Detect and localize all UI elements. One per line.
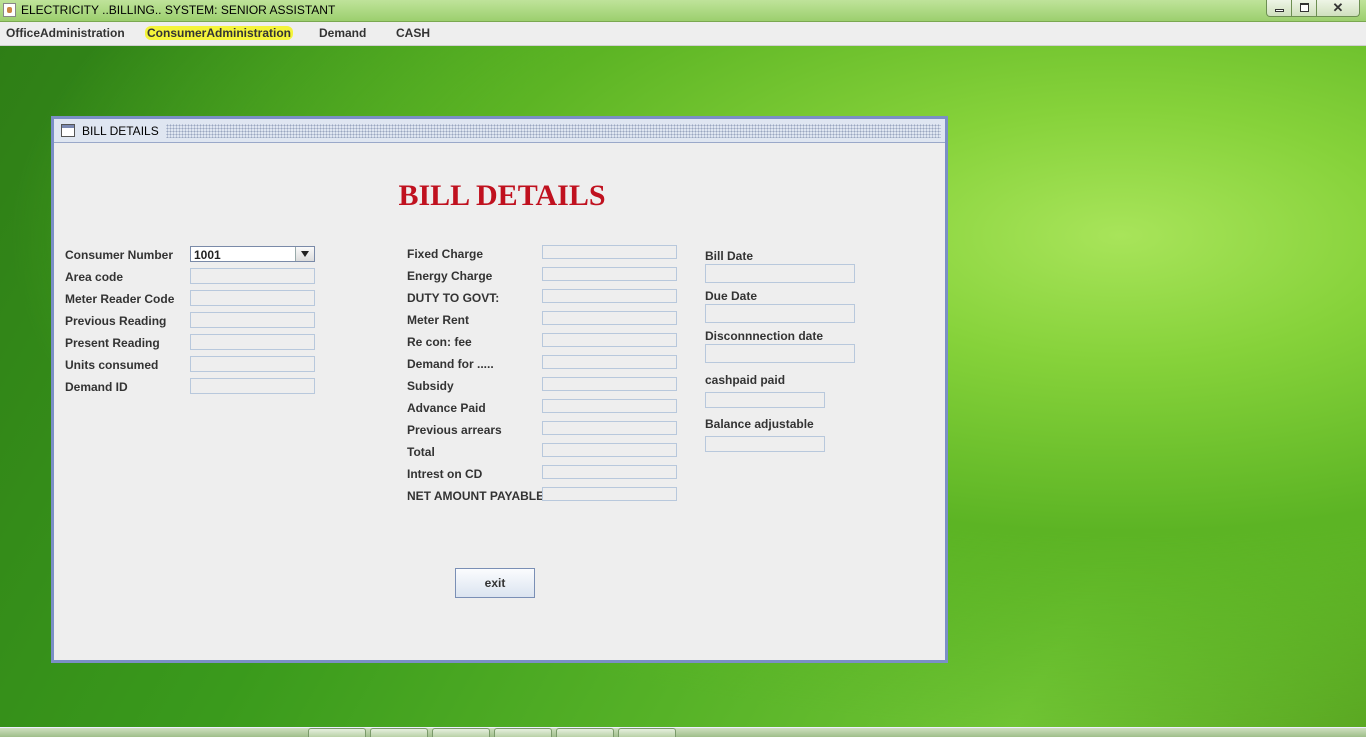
exit-button[interactable]: exit [455,568,535,598]
units-consumed-label: Units consumed [65,358,159,372]
disconnection-date-field[interactable] [705,344,855,363]
interest-on-cd-field[interactable] [542,465,677,479]
bill-date-field[interactable] [705,264,855,283]
consumer-number-label: Consumer Number [65,248,174,262]
cashpaid-label: cashpaid paid [705,373,786,387]
net-amount-payable-label: NET AMOUNT PAYABLE [407,489,545,503]
advance-paid-field[interactable] [542,399,677,413]
subsidy-field[interactable] [542,377,677,391]
fixed-charge-field[interactable] [542,245,677,259]
window-titlebar: ELECTRICITY ..BILLING.. SYSTEM: SENIOR A… [0,0,1366,22]
due-date-field[interactable] [705,304,855,323]
total-field[interactable] [542,443,677,457]
frame-title: BILL DETAILS [82,124,159,138]
menu-office-administration[interactable]: OfficeAdministration [4,26,127,40]
demand-for-field[interactable] [542,355,677,369]
frame-titlebar[interactable]: BILL DETAILS [54,119,945,143]
meter-rent-field[interactable] [542,311,677,325]
bill-details-frame: BILL DETAILS BILL DETAILS Consumer Numbe… [51,116,948,663]
meter-reader-code-label: Meter Reader Code [65,292,175,306]
consumer-number-value: 1001 [194,248,221,262]
java-app-icon [3,3,16,17]
window-title: ELECTRICITY ..BILLING.. SYSTEM: SENIOR A… [21,3,336,17]
energy-charge-field[interactable] [542,267,677,281]
consumer-number-select[interactable]: 1001 [190,246,315,262]
minimize-icon [1275,9,1284,12]
recon-fee-label: Re con: fee [407,335,472,349]
area-code-label: Area code [65,270,124,284]
minimize-button[interactable] [1266,0,1292,17]
menu-demand[interactable]: Demand [317,26,368,40]
net-amount-payable-field[interactable] [542,487,677,501]
due-date-label: Due Date [705,289,758,303]
previous-reading-label: Previous Reading [65,314,167,328]
disconnection-date-label: Disconnnection date [705,329,824,343]
close-button[interactable]: ✕ [1316,0,1360,17]
duty-to-govt-field[interactable] [542,289,677,303]
menu-cash[interactable]: CASH [394,26,432,40]
bill-date-label: Bill Date [705,249,754,263]
menu-consumer-administration[interactable]: ConsumerAdministration [145,26,294,40]
frame-drag-grip [166,124,941,138]
balance-adjustable-field[interactable] [705,436,825,452]
fixed-charge-label: Fixed Charge [407,247,484,261]
present-reading-field[interactable] [190,334,315,350]
balance-adjustable-label: Balance adjustable [705,417,814,431]
previous-reading-field[interactable] [190,312,315,328]
previous-arrears-field[interactable] [542,421,677,435]
page-heading: BILL DETAILS [398,179,606,212]
subsidy-label: Subsidy [407,379,454,393]
demand-id-label: Demand ID [65,380,128,394]
energy-charge-label: Energy Charge [407,269,493,283]
present-reading-label: Present Reading [65,336,160,350]
advance-paid-label: Advance Paid [407,401,486,415]
meter-rent-label: Meter Rent [407,313,470,327]
window-controls: ✕ [1266,0,1360,18]
menu-bar: OfficeAdministration ConsumerAdministrat… [0,22,1366,46]
interest-on-cd-label: Intrest on CD [407,467,483,481]
demand-id-field[interactable] [190,378,315,394]
cashpaid-field[interactable] [705,392,825,408]
units-consumed-field[interactable] [190,356,315,372]
area-code-field[interactable] [190,268,315,284]
demand-for-label: Demand for ..... [407,357,494,371]
chevron-down-icon[interactable] [295,247,314,261]
meter-reader-code-field[interactable] [190,290,315,306]
restore-icon [1300,3,1309,12]
close-icon: ✕ [1332,0,1344,15]
frame-window-icon [61,124,75,137]
recon-fee-field[interactable] [542,333,677,347]
total-label: Total [407,445,435,459]
previous-arrears-label: Previous arrears [407,423,502,437]
restore-button[interactable] [1291,0,1317,17]
duty-to-govt-label: DUTY TO GOVT: [407,291,500,305]
